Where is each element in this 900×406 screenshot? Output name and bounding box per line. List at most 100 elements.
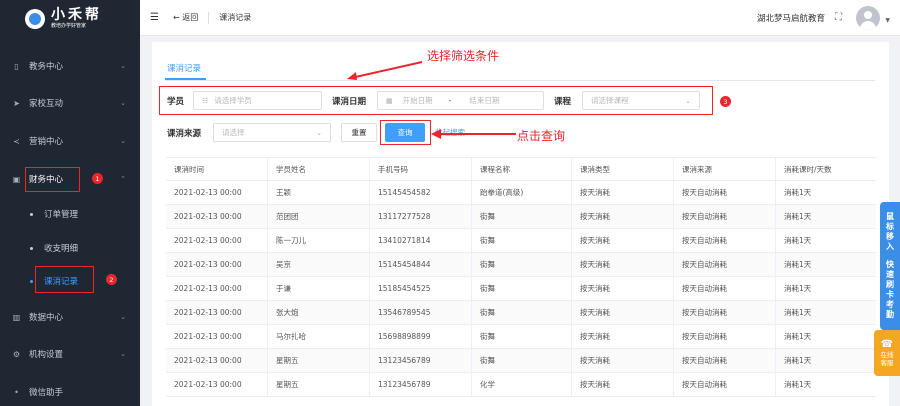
column-header: 手机号码 [370, 158, 472, 180]
table-row[interactable]: 2021-02-13 00:00 王颖 15145454582 跆拳道(高级) 按天消耗… [166, 181, 876, 205]
table-cell: 跆拳道(高级) [472, 181, 572, 204]
gear-icon: ⚙ [12, 349, 21, 359]
chart-icon: ▥ [12, 312, 21, 322]
table-cell: 消耗1天 [784, 332, 812, 341]
column-header: 课消来源 [674, 158, 776, 180]
annotation-box-finance [25, 167, 80, 192]
table-cell: 王颖 [268, 181, 370, 204]
online-service-button[interactable]: ☎ 在线客服 [874, 330, 900, 376]
table-cell: 于谦 [268, 277, 370, 300]
send-icon: ➤ [13, 98, 20, 108]
date-range-picker[interactable]: ▦ 开始日期 - 结束日期 [377, 91, 544, 110]
table-cell: 按天自动消耗 [674, 277, 776, 300]
table-cell: 消耗1天 [784, 308, 812, 317]
table-row[interactable]: 2021-02-13 00:00 范团团 13117277528 街舞 按天消耗 按天自动… [166, 205, 876, 229]
tab-class-consumption[interactable]: 课消记录 [167, 62, 201, 74]
menu-toggle-icon[interactable]: ☰ [150, 12, 159, 23]
student-label: 学员 [167, 97, 185, 107]
table-row[interactable]: 2021-02-13 00:00 星期五 13123456789 街舞 按天消耗 按天自动… [166, 349, 876, 373]
fullscreen-icon[interactable]: ⛶ [835, 12, 842, 23]
caret-down-icon[interactable]: ▼ [885, 17, 890, 24]
table-cell: 星期五 [268, 349, 370, 372]
table-cell: 消耗1天 [784, 236, 812, 245]
table-cell: 2021-02-13 00:00 [166, 277, 268, 300]
table-cell: 消耗1天 [784, 356, 812, 365]
table-cell: 张大炮 [268, 301, 370, 324]
dot-icon: • [14, 387, 19, 397]
table-row[interactable]: 2021-02-13 00:00 陈一刀儿 13410271814 街舞 按天消耗 按天自… [166, 229, 876, 253]
table-header: 课消时间 学员姓名 手机号码 课程名称 课消类型 课消来源 消耗课时/天数 [166, 157, 876, 181]
page-title: 课消记录 [219, 13, 252, 22]
book-icon: ▯ [14, 61, 19, 71]
table-row[interactable]: 2021-02-13 00:00 张大炮 13546789545 街舞 按天消耗 按天自动… [166, 301, 876, 325]
table-cell: 13123456789 [370, 373, 472, 396]
table-cell: 街舞 [472, 253, 572, 276]
student-select[interactable]: ☷ 请选择学员 [193, 91, 322, 110]
table-cell: 按天自动消耗 [674, 229, 776, 252]
sidebar-item-data[interactable]: ▥ 数据中心 ⌄ [0, 307, 140, 327]
column-header: 学员姓名 [268, 158, 370, 180]
chevron-down-icon: ⌄ [316, 128, 322, 137]
table-cell: 按天消耗 [572, 277, 674, 300]
step-badge-3: 3 [720, 96, 731, 107]
table-cell: 13546789545 [370, 301, 472, 324]
table-cell: 马尔扎哈 [268, 325, 370, 348]
table-row[interactable]: 2021-02-13 00:00 于谦 15185454525 街舞 按天消耗 按天自动消… [166, 277, 876, 301]
table-row[interactable]: 2021-02-13 00:00 星期五 13123456789 化学 按天消耗 按天自动… [166, 373, 876, 397]
table-row[interactable]: 2021-02-13 00:00 马尔扎哈 15698898899 街舞 按天消耗 按天自… [166, 325, 876, 349]
table-row[interactable]: 2021-02-13 00:00 吴京 15145454844 街舞 按天消耗 按天自动消… [166, 253, 876, 277]
sidebar-item-wechat[interactable]: • 微信助手 [0, 382, 140, 402]
back-button[interactable]: ← 返回 [173, 12, 198, 23]
column-header: 课消时间 [166, 158, 268, 180]
table-cell: 按天自动消耗 [674, 373, 776, 396]
date-label: 课消日期 [332, 97, 367, 107]
table-cell: 按天消耗 [572, 349, 674, 372]
float-checkin-label: 快速刷卡考勤 [886, 260, 894, 319]
step-badge-1: 1 [92, 173, 103, 184]
table-cell: 15145454844 [370, 253, 472, 276]
chevron-down-icon: ⌄ [685, 96, 691, 105]
table-cell: 13410271814 [370, 229, 472, 252]
table-cell: 2021-02-13 00:00 [166, 301, 268, 324]
source-select[interactable]: 请选择 ⌄ [213, 123, 331, 142]
table-cell: 街舞 [472, 349, 572, 372]
sidebar-item-marketing[interactable]: ≺ 营销中心 ⌄ [0, 131, 140, 151]
table-cell: 按天自动消耗 [674, 205, 776, 228]
consumption-table: 课消时间 学员姓名 手机号码 课程名称 课消类型 课消来源 消耗课时/天数 20… [166, 157, 876, 397]
table-cell: 按天消耗 [572, 253, 674, 276]
table-cell: 按天消耗 [572, 181, 674, 204]
sidebar-subitem-income[interactable]: 收支明细 [0, 239, 140, 257]
quick-checkin-tab[interactable]: 鼠标移入 快速刷卡考勤 [880, 202, 900, 330]
table-cell: 街舞 [472, 301, 572, 324]
org-name[interactable]: 湖北梦马启航教育 [757, 12, 825, 24]
list-icon: ☷ [202, 96, 209, 105]
reset-button[interactable]: 重置 [341, 123, 377, 142]
sidebar-subitem-orders[interactable]: 订单管理 [0, 205, 140, 223]
course-select[interactable]: 请选择课程 ⌄ [582, 91, 700, 110]
table-cell: 按天自动消耗 [674, 301, 776, 324]
table-cell: 按天自动消耗 [674, 325, 776, 348]
table-cell: 消耗1天 [784, 260, 812, 269]
avatar[interactable] [856, 6, 880, 30]
annotation-arrow-query [431, 129, 516, 139]
table-cell: 按天自动消耗 [674, 253, 776, 276]
sidebar-item-teaching[interactable]: ▯ 教务中心 ⌄ [0, 56, 140, 76]
table-cell: 2021-02-13 00:00 [166, 205, 268, 228]
top-header: ☰ ← 返回 课消记录 湖北梦马启航教育 ⛶ ▼ [140, 0, 900, 36]
table-cell: 化学 [472, 373, 572, 396]
sidebar-item-home-school[interactable]: ➤ 家校互动 ⌄ [0, 93, 140, 113]
table-cell: 按天消耗 [572, 205, 674, 228]
table-cell: 消耗1天 [784, 284, 812, 293]
table-cell: 15185454525 [370, 277, 472, 300]
column-header: 课消类型 [572, 158, 674, 180]
course-label: 课程 [554, 97, 572, 107]
chevron-down-icon: ⌄ [120, 62, 126, 70]
chevron-down-icon: ⌄ [120, 99, 126, 107]
share-icon: ≺ [13, 136, 20, 146]
source-label: 课消来源 [167, 129, 202, 139]
table-cell: 2021-02-13 00:00 [166, 253, 268, 276]
query-button[interactable]: 查询 [385, 123, 425, 142]
table-cell: 吴京 [268, 253, 370, 276]
sidebar-item-settings[interactable]: ⚙ 机构设置 ⌄ [0, 344, 140, 364]
table-cell: 15698898899 [370, 325, 472, 348]
